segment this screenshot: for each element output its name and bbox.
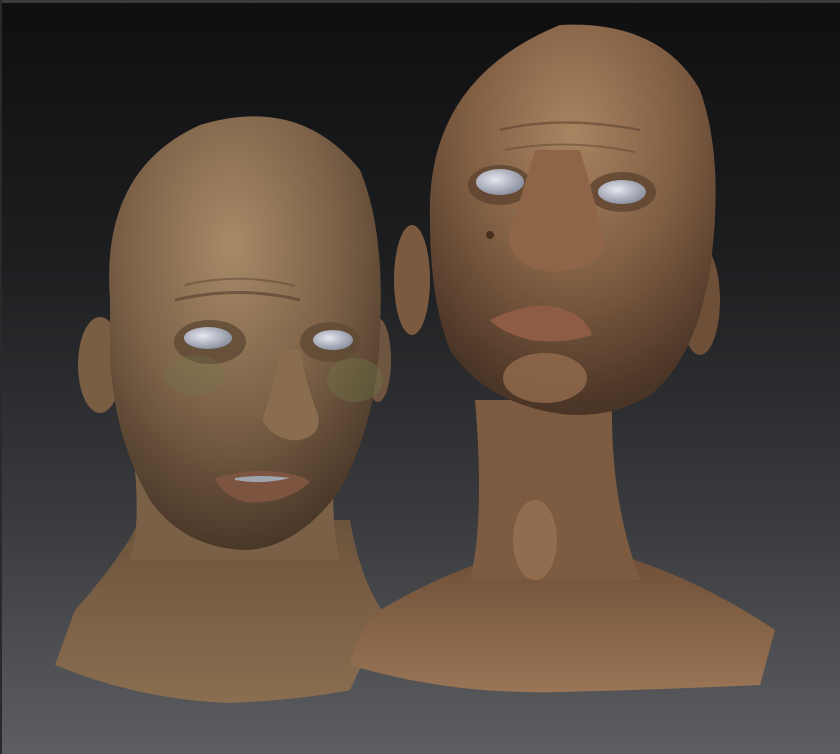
head-left-eye-left xyxy=(184,327,232,349)
render-viewport[interactable] xyxy=(0,0,840,754)
head-left-model xyxy=(55,116,391,703)
head-right-model xyxy=(350,24,775,693)
head-left-cheek-tint xyxy=(327,358,383,402)
head-left-eye-right xyxy=(313,330,353,350)
head-right-chin xyxy=(503,353,587,403)
head-right-throat xyxy=(513,500,557,580)
head-right-eye-left xyxy=(476,169,524,195)
head-right-mole xyxy=(486,231,494,239)
sculpt-render xyxy=(55,24,775,703)
head-right-eye-right xyxy=(598,180,646,204)
head-right-ear-left xyxy=(394,225,430,335)
head-left-cheek-tint xyxy=(165,355,225,395)
